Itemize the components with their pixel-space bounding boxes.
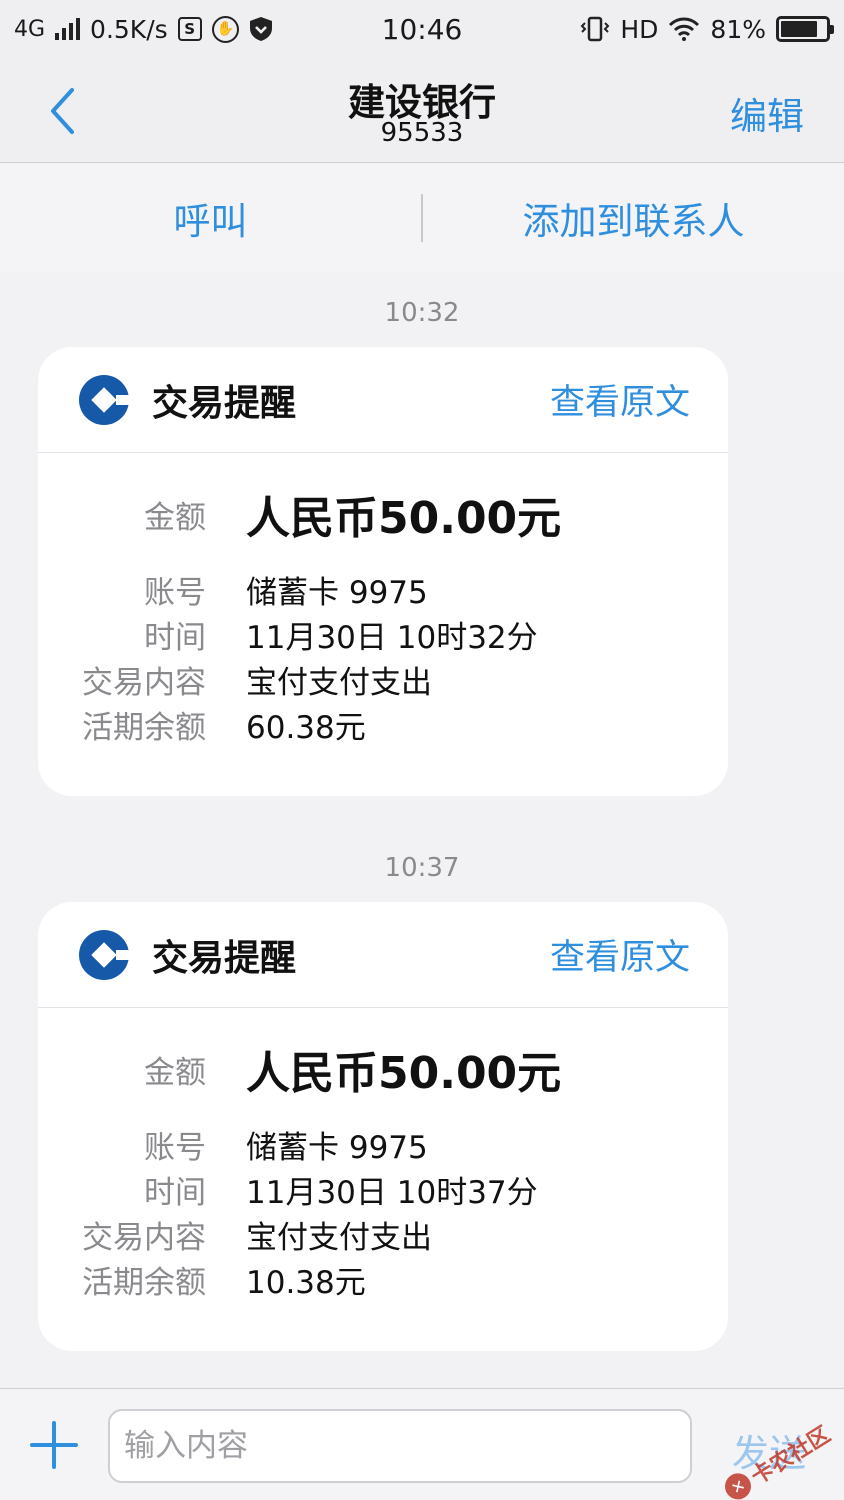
field-label: 账号 bbox=[144, 1130, 206, 1166]
field-label: 交易内容 bbox=[82, 1220, 206, 1256]
message-timestamp: 10:32 bbox=[384, 298, 460, 328]
field-label: 时间 bbox=[144, 1175, 206, 1211]
message-card[interactable]: 交易提醒 查看原文 金额 人民币50.00元 账号 储蓄卡 9975 时间 11… bbox=[38, 902, 728, 1351]
wifi-icon bbox=[669, 17, 700, 41]
field-label: 活期余额 bbox=[82, 1265, 206, 1301]
view-original-button[interactable]: 查看原文 bbox=[550, 929, 690, 980]
vibrate-icon bbox=[580, 16, 610, 42]
card-title: 交易提醒 bbox=[152, 937, 297, 979]
card-header: 交易提醒 查看原文 bbox=[38, 902, 728, 1008]
battery-percent: 81% bbox=[710, 14, 766, 44]
field-label: 活期余额 bbox=[82, 710, 206, 746]
field-value: 11月30日 10时37分 bbox=[246, 1175, 538, 1211]
balance-row: 活期余额 10.38元 bbox=[38, 1257, 728, 1302]
card-body: 金额 人民币50.00元 账号 储蓄卡 9975 时间 11月30日 10时37… bbox=[38, 1008, 728, 1332]
time-row: 时间 11月30日 10时32分 bbox=[38, 612, 728, 657]
status-right: HD 81% bbox=[580, 14, 834, 44]
account-row: 账号 储蓄卡 9975 bbox=[38, 567, 728, 612]
balance-row: 活期余额 60.38元 bbox=[38, 702, 728, 747]
network-type: 4G bbox=[14, 16, 46, 42]
amount-label: 金额 bbox=[144, 499, 206, 536]
field-value: 宝付支付支出 bbox=[246, 1220, 432, 1256]
status-bar: 4G 0.5K/s S ✋ 10:46 HD 81% bbox=[0, 0, 844, 58]
field-label: 时间 bbox=[144, 620, 206, 656]
nav-header: 建设银行 95533 编辑 bbox=[0, 58, 844, 163]
card-title: 交易提醒 bbox=[152, 382, 297, 424]
hand-circle-icon: ✋ bbox=[211, 15, 239, 43]
hd-indicator: HD bbox=[620, 14, 659, 44]
contact-number: 95533 bbox=[380, 118, 464, 148]
shield-icon bbox=[249, 17, 272, 41]
signal-icon bbox=[55, 18, 81, 40]
compose-bar: 发送 ✕ 卡农社区 bbox=[0, 1388, 844, 1500]
add-contact-button[interactable]: 添加到联系人 bbox=[423, 191, 844, 245]
battery-icon bbox=[776, 16, 834, 42]
field-label: 交易内容 bbox=[82, 665, 206, 701]
message-input[interactable] bbox=[108, 1409, 692, 1483]
status-left: 4G 0.5K/s S ✋ bbox=[14, 15, 273, 44]
field-value: 宝付支付支出 bbox=[246, 665, 432, 701]
s-box-icon: S bbox=[177, 17, 202, 41]
plus-icon bbox=[30, 1421, 78, 1469]
message-timestamp: 10:37 bbox=[384, 853, 460, 883]
call-button[interactable]: 呼叫 bbox=[0, 191, 421, 245]
field-value: 储蓄卡 9975 bbox=[246, 575, 428, 611]
attach-button[interactable] bbox=[28, 1419, 80, 1471]
content-row: 交易内容 宝付支付支出 bbox=[38, 1212, 728, 1257]
ccb-logo-icon bbox=[79, 929, 130, 980]
amount-row: 金额 人民币50.00元 bbox=[38, 481, 728, 547]
card-body: 金额 人民币50.00元 账号 储蓄卡 9975 时间 11月30日 10时32… bbox=[38, 453, 728, 777]
contact-actions: 呼叫 添加到联系人 bbox=[0, 164, 844, 272]
time-row: 时间 11月30日 10时37分 bbox=[38, 1167, 728, 1212]
ccb-logo-icon bbox=[79, 374, 130, 425]
amount-row: 金额 人民币50.00元 bbox=[38, 1036, 728, 1102]
battery-fill bbox=[781, 21, 817, 37]
network-speed: 0.5K/s bbox=[90, 14, 168, 44]
field-value: 11月30日 10时32分 bbox=[246, 620, 538, 656]
content-row: 交易内容 宝付支付支出 bbox=[38, 657, 728, 702]
amount-label: 金额 bbox=[144, 1054, 206, 1091]
view-original-button[interactable]: 查看原文 bbox=[550, 374, 690, 425]
amount-value: 人民币50.00元 bbox=[246, 493, 562, 544]
amount-value: 人民币50.00元 bbox=[246, 1048, 562, 1099]
edit-button[interactable]: 编辑 bbox=[730, 86, 804, 140]
field-value: 10.38元 bbox=[246, 1265, 366, 1301]
account-row: 账号 储蓄卡 9975 bbox=[38, 1122, 728, 1167]
field-value: 储蓄卡 9975 bbox=[246, 1130, 428, 1166]
message-card[interactable]: 交易提醒 查看原文 金额 人民币50.00元 账号 储蓄卡 9975 时间 11… bbox=[38, 347, 728, 796]
field-label: 账号 bbox=[144, 575, 206, 611]
card-header: 交易提醒 查看原文 bbox=[38, 347, 728, 453]
field-value: 60.38元 bbox=[246, 710, 366, 746]
